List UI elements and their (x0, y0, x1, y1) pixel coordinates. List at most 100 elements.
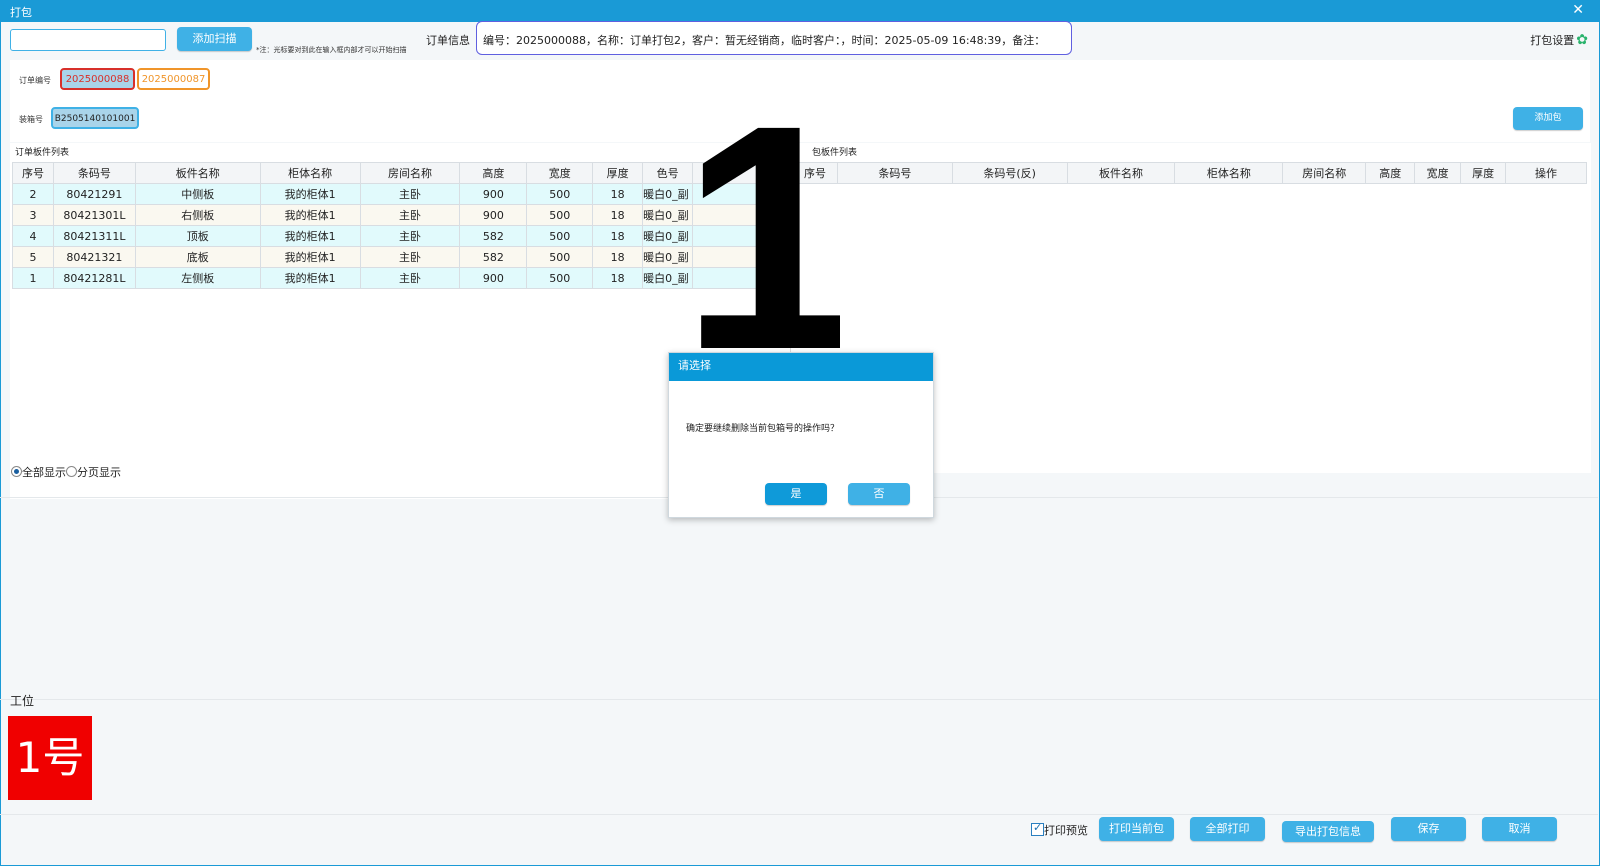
column-header[interactable]: 厚度 (1460, 162, 1507, 184)
order-info-box: 编号：2025000088，名称：订单打包2，客户：暂无经销商，临时客户：，时间… (476, 21, 1072, 55)
table-cell: 我的柜体1 (259, 267, 361, 289)
order-info-label: 订单信息 (426, 34, 470, 47)
yes-button[interactable]: 是 (765, 483, 827, 505)
station-indicator: 1号 (8, 716, 92, 800)
column-header[interactable]: 高度 (459, 162, 528, 184)
column-header[interactable]: 房间名称 (359, 162, 461, 184)
package-panels-table: 序号 条码号 条码号(反) 板件名称 柜体名称 房间名称 高度 宽度 厚度 操作 (792, 162, 1587, 184)
pack-settings-button[interactable]: 打包设置 ✿ (1530, 32, 1588, 48)
window-title: 打包 (10, 6, 32, 19)
table-cell: 18 (592, 267, 644, 289)
table-cell: 主卧 (359, 246, 461, 268)
table-cell: 3 (12, 204, 54, 226)
table-cell: 900 (459, 204, 528, 226)
table-cell: 主卧 (359, 183, 461, 205)
print-current-button[interactable]: 打印当前包 (1099, 817, 1174, 841)
print-preview-checkbox[interactable] (1031, 821, 1044, 836)
table-cell: 中侧板 (134, 183, 261, 205)
table-cell: 暖白0_副 (642, 246, 694, 268)
column-header[interactable]: 板件名称 (134, 162, 261, 184)
table-cell: 左侧板 (134, 267, 261, 289)
table-row[interactable]: 3 80421301L 右侧板 我的柜体1 主卧 900 500 18 暖白0_副 (12, 204, 789, 226)
display-paged-radio[interactable] (66, 466, 77, 477)
table-cell: 主卧 (359, 225, 461, 247)
table-cell: 顶板 (134, 225, 261, 247)
table-cell: 暖白0_副 (642, 204, 694, 226)
display-all-radio[interactable] (11, 466, 22, 477)
column-header[interactable]: 条码号 (52, 162, 136, 184)
divider (0, 699, 1598, 700)
table-row[interactable]: 4 80421311L 顶板 我的柜体1 主卧 582 500 18 暖白0_副 (12, 225, 789, 247)
add-package-button[interactable]: 添加包 (1513, 107, 1583, 130)
column-header[interactable]: 宽度 (526, 162, 594, 184)
order-tab-active[interactable]: 2025000088 (60, 68, 135, 90)
dialog-title: 请选择 (669, 353, 933, 381)
scan-note: *注：光标要对到此在输入框内部才可以开始扫描 (256, 46, 407, 54)
table-cell: 80421281L (52, 267, 136, 289)
table-cell: 500 (526, 225, 594, 247)
order-info-text: 编号：2025000088，名称：订单打包2，客户：暂无经销商，临时客户：，时间… (483, 34, 1046, 47)
table-cell: 18 (592, 204, 644, 226)
table-row[interactable]: 1 80421281L 左侧板 我的柜体1 主卧 900 500 18 暖白0_副 (12, 267, 789, 289)
box-tab[interactable]: B2505140101001 (51, 107, 139, 129)
print-all-button[interactable]: 全部打印 (1190, 817, 1265, 841)
table-cell: 18 (592, 183, 644, 205)
column-header[interactable]: 宽度 (1414, 162, 1462, 184)
display-all-label: 全部显示 (22, 466, 66, 479)
table-cell: 暖白0_副 (642, 225, 694, 247)
table-cell: 5 (12, 246, 54, 268)
column-header[interactable]: 序号 (12, 162, 54, 184)
no-button[interactable]: 否 (848, 483, 910, 505)
table-cell: 主卧 (359, 267, 461, 289)
table-cell: 500 (526, 246, 594, 268)
table-cell: 500 (526, 204, 594, 226)
column-header[interactable]: 房间名称 (1282, 162, 1367, 184)
window-titlebar: 打包 ✕ (0, 0, 1600, 22)
table-cell: 500 (526, 267, 594, 289)
table-cell: 18 (592, 246, 644, 268)
cancel-button[interactable]: 取消 (1482, 817, 1557, 841)
table-cell: 我的柜体1 (259, 204, 361, 226)
table-cell: 我的柜体1 (259, 246, 361, 268)
column-header[interactable]: 柜体名称 (259, 162, 361, 184)
table-cell: 主卧 (359, 204, 461, 226)
column-header[interactable]: 厚度 (592, 162, 644, 184)
station-label: 工位 (10, 694, 35, 708)
order-tab[interactable]: 2025000087 (137, 68, 210, 90)
display-paged-label: 分页显示 (77, 466, 121, 479)
scan-input[interactable] (10, 29, 166, 51)
table-row[interactable]: 5 80421321 底板 我的柜体1 主卧 582 500 18 暖白0_副 (12, 246, 789, 268)
divider (0, 814, 1598, 815)
table-cell: 900 (459, 183, 528, 205)
print-preview-toggle[interactable]: 打印预览 (1031, 821, 1088, 838)
table-cell: 500 (526, 183, 594, 205)
table-cell: 暖白0_副 (642, 183, 694, 205)
display-mode-group: 全部显示 分页显示 (11, 464, 121, 480)
gear-icon: ✿ (1576, 32, 1588, 48)
column-header[interactable]: 柜体名称 (1174, 162, 1284, 184)
table-cell: 暖白0_副 (642, 267, 694, 289)
table-row[interactable]: 2 80421291 中侧板 我的柜体1 主卧 900 500 18 暖白0_副 (12, 183, 789, 205)
column-header[interactable]: 操作 (1505, 162, 1587, 184)
save-button[interactable]: 保存 (1391, 817, 1466, 841)
table-cell: 18 (592, 225, 644, 247)
overlay-number-text: 1 (700, 120, 840, 350)
column-header[interactable]: 高度 (1365, 162, 1416, 184)
table-cell: 2 (12, 183, 54, 205)
table-cell: 582 (459, 225, 528, 247)
table-cell: 80421321 (52, 246, 136, 268)
table-cell: 80421291 (52, 183, 136, 205)
column-header[interactable]: 条码号 (836, 162, 953, 184)
column-header[interactable]: 板件名称 (1066, 162, 1176, 184)
table-cell: 80421301L (52, 204, 136, 226)
add-scan-button[interactable]: 添加扫描 (177, 27, 252, 51)
table-cell: 80421311L (52, 225, 136, 247)
close-icon[interactable]: ✕ (1572, 2, 1584, 18)
order-panels-table: 序号 条码号 板件名称 柜体名称 房间名称 高度 宽度 厚度 色号 材料 2 80421291 中侧板… (12, 162, 789, 289)
table-cell: 4 (12, 225, 54, 247)
table-cell: 底板 (134, 246, 261, 268)
column-header[interactable]: 色号 (642, 162, 694, 184)
export-pack-info-button[interactable]: 导出打包信息 (1282, 821, 1374, 842)
table-cell: 900 (459, 267, 528, 289)
column-header[interactable]: 条码号(反) (951, 162, 1068, 184)
